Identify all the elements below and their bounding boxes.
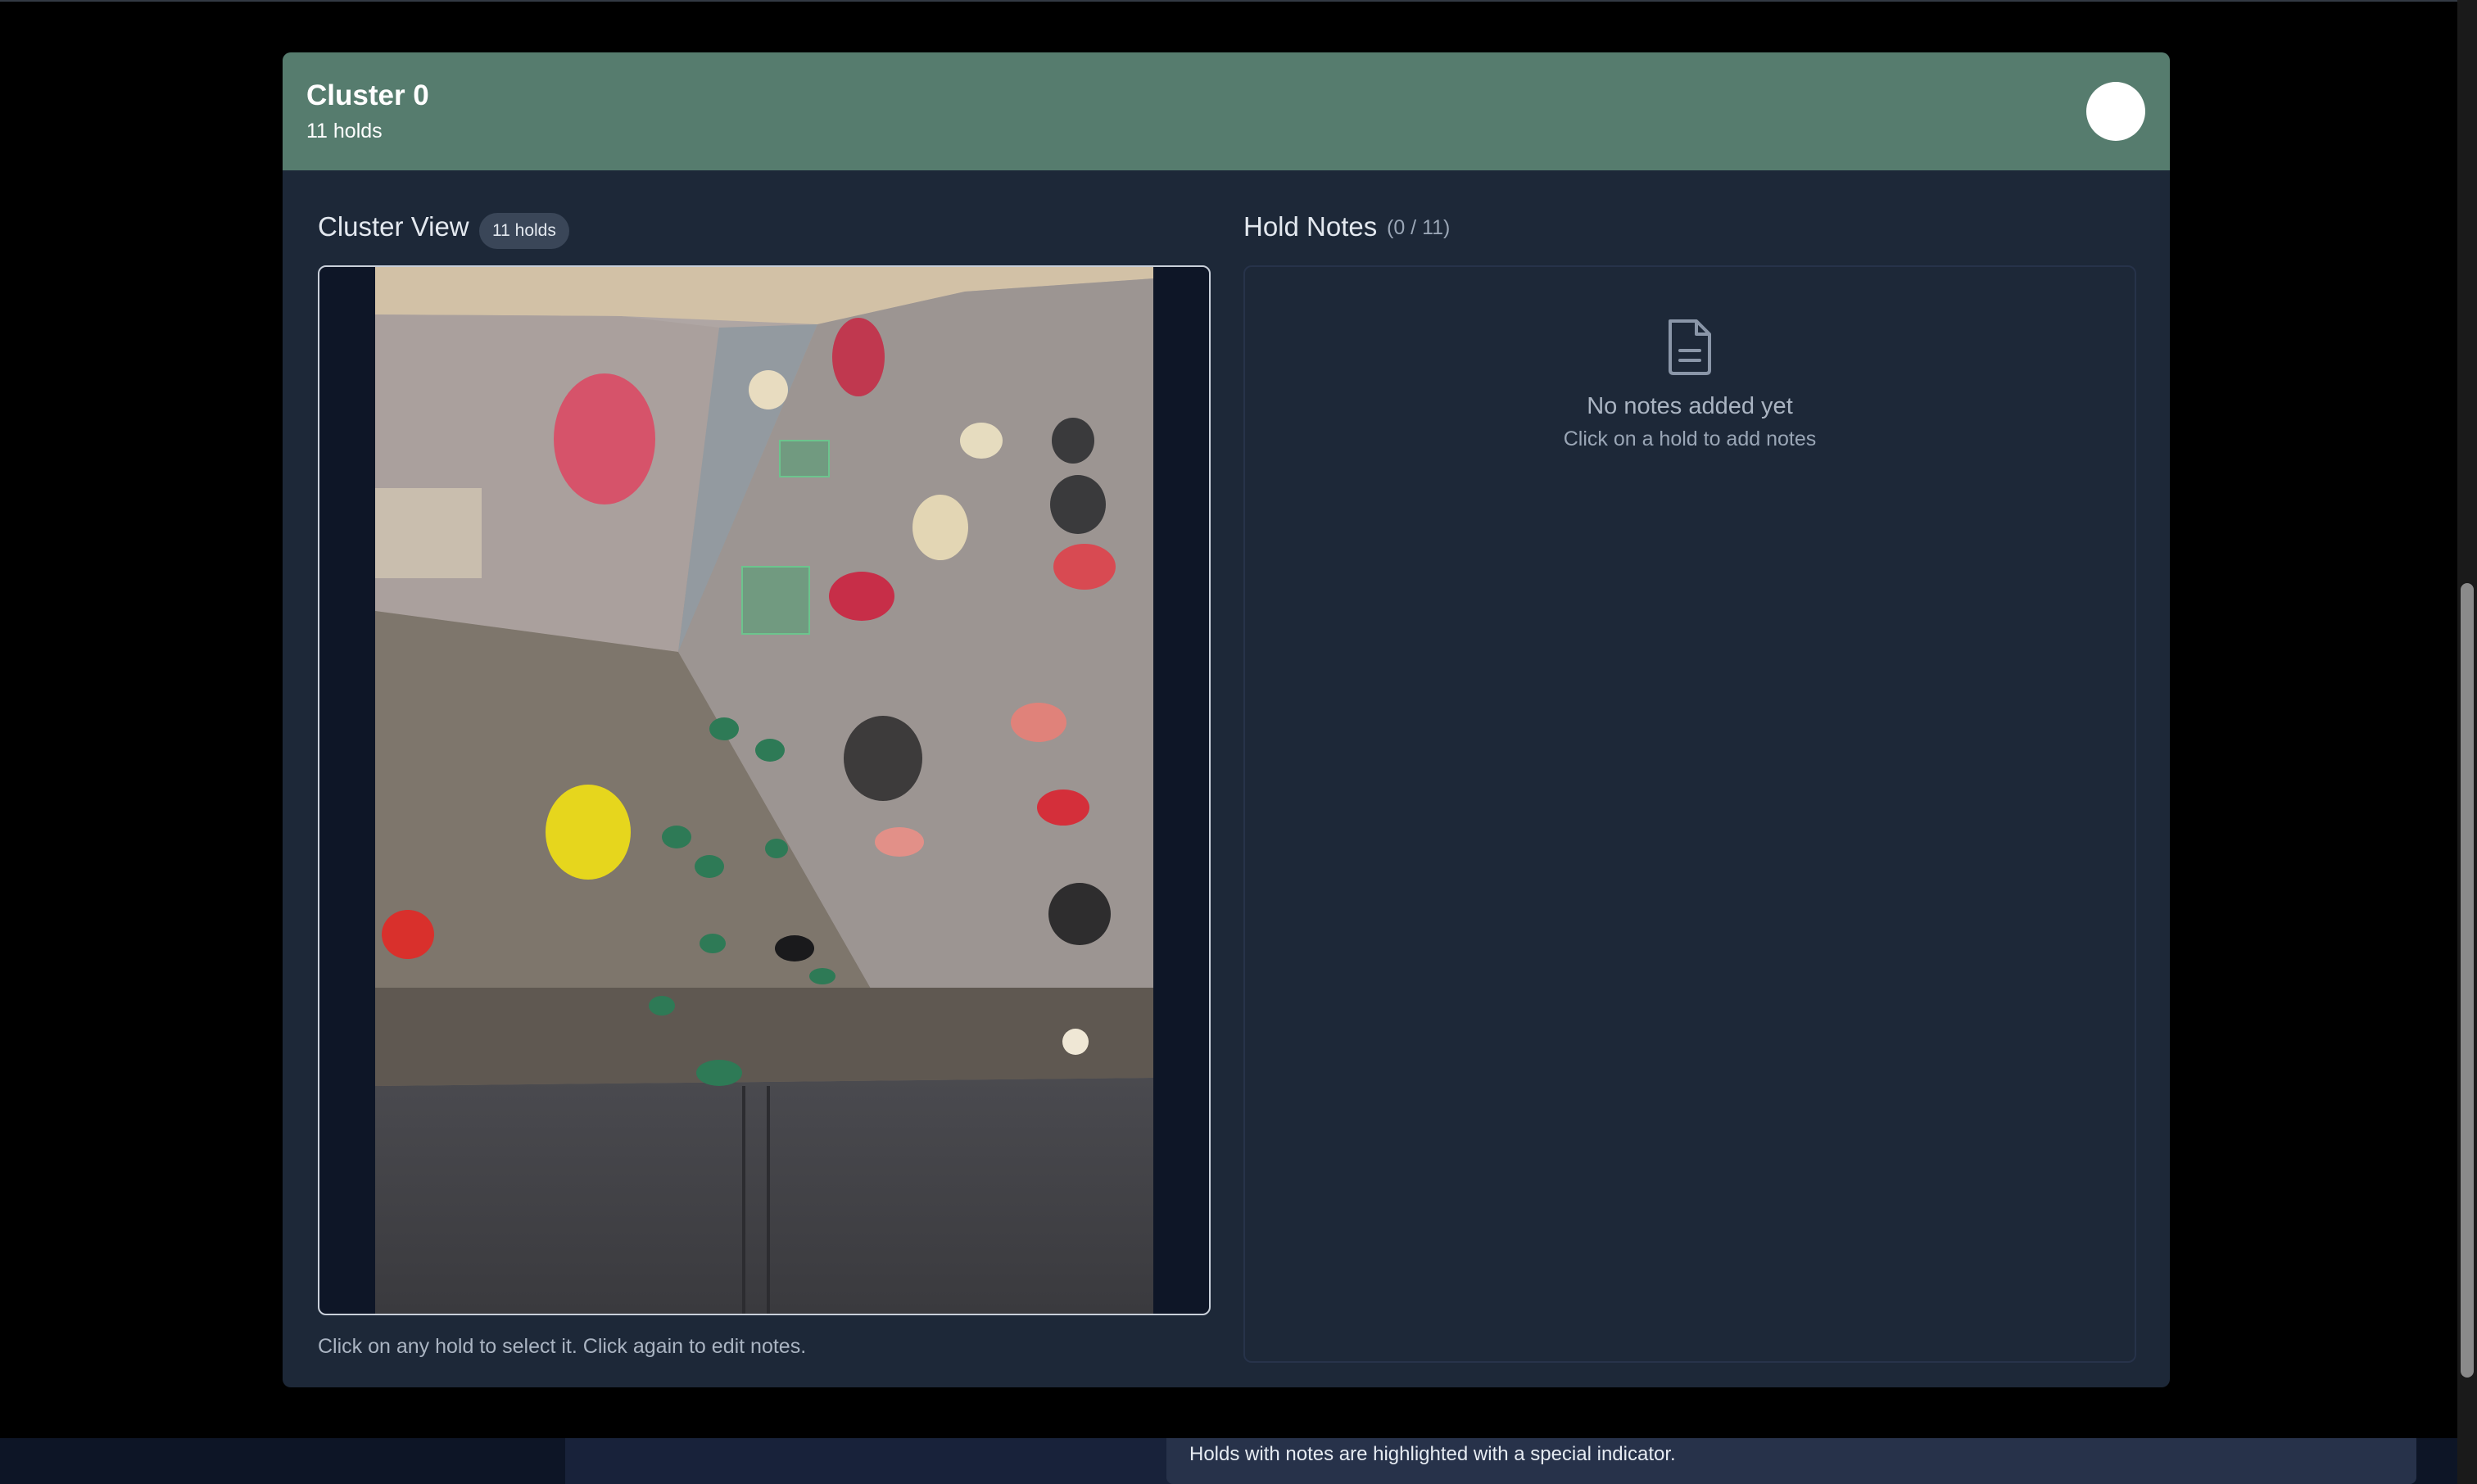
green-hold bbox=[700, 934, 726, 953]
black-hold bbox=[1050, 475, 1106, 534]
pink-hold bbox=[554, 373, 655, 504]
red-hold bbox=[1037, 790, 1089, 826]
scrollbar[interactable] bbox=[2457, 0, 2477, 1484]
green-hold bbox=[709, 717, 739, 740]
document-icon bbox=[1669, 319, 1711, 375]
cream-hold bbox=[912, 495, 968, 560]
background-page: Holds with notes are highlighted with a … bbox=[0, 1438, 2457, 1484]
red-hold bbox=[1053, 544, 1116, 590]
red-hold bbox=[832, 318, 885, 396]
black-hold bbox=[1048, 883, 1111, 945]
selected-hold-highlight bbox=[779, 440, 830, 477]
floor-mat bbox=[375, 1078, 1153, 1314]
green-hold bbox=[696, 1060, 742, 1086]
black-hold bbox=[775, 935, 814, 961]
cream-hold bbox=[960, 423, 1003, 459]
wall-panel-left bbox=[375, 314, 719, 652]
cluster-modal: Cluster 0 11 holds Cluster View 11 holds… bbox=[283, 52, 2170, 1387]
cluster-view-frame bbox=[318, 265, 1211, 1315]
green-hold bbox=[755, 739, 785, 762]
top-edge bbox=[0, 0, 2457, 2]
yellow-hold bbox=[546, 785, 631, 880]
cream-hold bbox=[749, 370, 788, 409]
hold-notes-panel: No notes added yet Click on a hold to ad… bbox=[1243, 265, 2136, 1363]
pink-hold bbox=[1011, 703, 1066, 742]
cream-hold bbox=[1062, 1029, 1089, 1055]
black-hold bbox=[1052, 418, 1094, 464]
green-hold bbox=[809, 968, 835, 984]
wooden-volume bbox=[375, 488, 482, 578]
selected-hold-highlight bbox=[741, 566, 810, 635]
red-hold bbox=[382, 910, 434, 959]
background-panel: Holds with notes are highlighted with a … bbox=[565, 1438, 2416, 1484]
scrollbar-thumb[interactable] bbox=[2461, 583, 2474, 1378]
green-hold bbox=[765, 839, 788, 858]
green-hold bbox=[649, 996, 675, 1016]
black-hold bbox=[844, 716, 922, 801]
green-hold bbox=[662, 826, 691, 848]
modal-header: Cluster 0 11 holds bbox=[283, 52, 2170, 170]
red-hold bbox=[829, 572, 894, 621]
cluster-hold-count-badge: 11 holds bbox=[479, 213, 569, 249]
green-hold bbox=[695, 855, 724, 878]
cluster-view-hint: Click on any hold to select it. Click ag… bbox=[318, 1335, 807, 1358]
viewport: Holds with notes are highlighted with a … bbox=[0, 0, 2477, 1484]
wall-base bbox=[375, 988, 1153, 1086]
cluster-view-title: Cluster View bbox=[318, 211, 469, 242]
hold-notes-title: Hold Notes bbox=[1243, 211, 1378, 242]
pink-hold bbox=[875, 827, 924, 857]
close-button[interactable] bbox=[2086, 82, 2145, 141]
climbing-wall-image[interactable] bbox=[375, 267, 1153, 1314]
background-info-text: Holds with notes are highlighted with a … bbox=[1189, 1443, 1676, 1465]
background-info-box: Holds with notes are highlighted with a … bbox=[1166, 1438, 2416, 1484]
modal-title: Cluster 0 bbox=[306, 79, 429, 111]
hold-notes-count: (0 / 11) bbox=[1387, 216, 1451, 239]
empty-notes-title: No notes added yet bbox=[1587, 393, 1793, 419]
modal-subtitle: 11 holds bbox=[306, 120, 383, 143]
empty-notes-subtitle: Click on a hold to add notes bbox=[1563, 428, 1817, 450]
